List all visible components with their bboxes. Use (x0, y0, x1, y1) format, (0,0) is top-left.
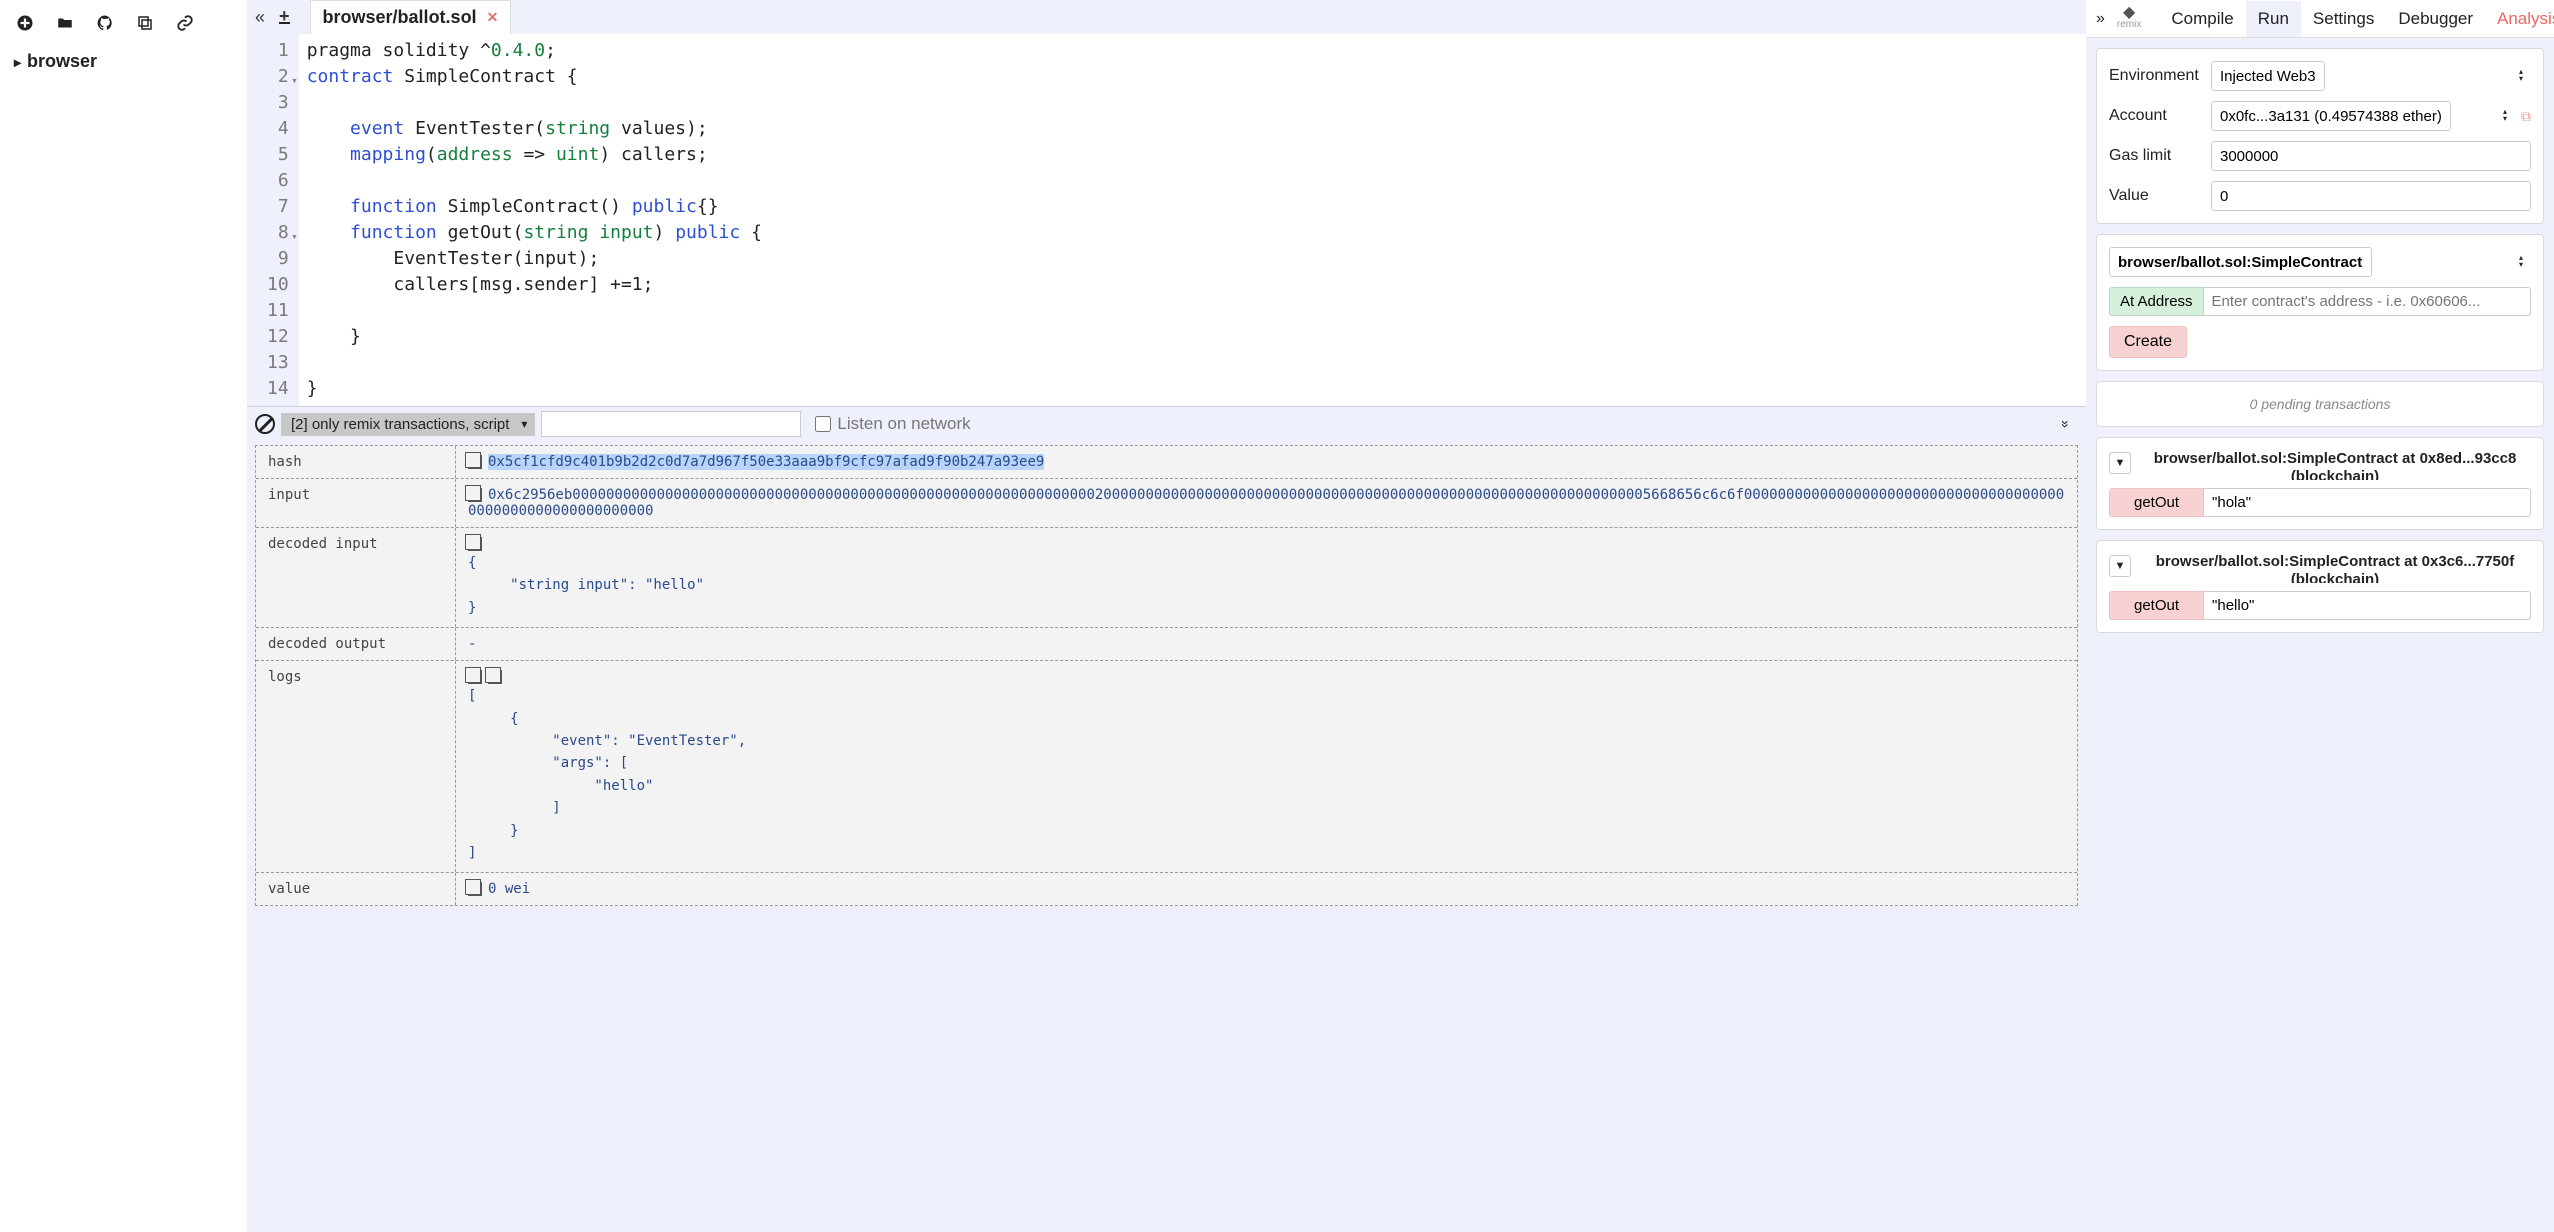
tab-ballot-sol[interactable]: browser/ballot.sol ✕ (310, 0, 512, 34)
copy-account-icon[interactable]: ⧉ (2521, 108, 2531, 125)
tx-row: value0 wei (256, 873, 2077, 905)
pending-transactions: 0 pending transactions (2096, 381, 2544, 427)
tx-value: 0x6c2956eb000000000000000000000000000000… (456, 479, 2077, 527)
code-editor[interactable]: 1234567891011121314 pragma solidity ^0.4… (247, 34, 2086, 406)
tab-label: browser/ballot.sol (323, 7, 477, 28)
env-label: Environment (2109, 67, 2211, 85)
copy-icon[interactable] (468, 882, 482, 896)
sidebar-toolbar (8, 10, 239, 51)
tree-item-browser[interactable]: browser (14, 51, 239, 72)
tab-settings[interactable]: Settings (2301, 1, 2386, 37)
environment-select[interactable]: Injected Web3 (2211, 61, 2325, 91)
account-select[interactable]: 0x0fc...3a131 (0.49574388 ether) (2211, 101, 2451, 131)
tab-analysis[interactable]: Analysis (2485, 1, 2554, 37)
tab-compile[interactable]: Compile (2159, 1, 2245, 37)
instance-expand-icon[interactable]: ▼ (2109, 555, 2131, 577)
clear-terminal-icon[interactable] (255, 414, 275, 434)
copy-icon[interactable] (468, 537, 482, 551)
run-config-card: Environment Injected Web3 Account 0x0fc.… (2096, 48, 2544, 224)
value-label: Value (2109, 187, 2211, 205)
at-address-input[interactable] (2204, 287, 2531, 316)
contract-instance-card: ▼ browser/ballot.sol:SimpleContract at 0x… (2096, 437, 2544, 530)
contract-select[interactable]: browser/ballot.sol:SimpleContract (2109, 247, 2372, 277)
tx-value: [ { "event": "EventTester", "args": [ "h… (456, 661, 2077, 872)
github-icon[interactable] (96, 14, 114, 35)
terminal-search-input[interactable] (541, 411, 801, 437)
copy-files-icon[interactable] (136, 14, 154, 35)
copy-icon[interactable] (468, 670, 482, 684)
at-address-button[interactable]: At Address (2109, 287, 2204, 316)
listen-network-checkbox[interactable] (815, 416, 831, 432)
tab-scroll-left-icon[interactable]: « (255, 7, 265, 28)
instance-title: browser/ballot.sol:SimpleContract at 0x8… (2139, 450, 2531, 480)
function-arg-input[interactable] (2204, 488, 2531, 517)
tx-key: value (256, 873, 456, 905)
tx-key: decoded output (256, 628, 456, 660)
deploy-card: browser/ballot.sol:SimpleContract At Add… (2096, 234, 2544, 371)
close-tab-icon[interactable]: ✕ (487, 9, 499, 26)
tx-value: 0x5cf1cfd9c401b9b2d2c0d7a7d967f50e33aaa9… (456, 446, 2077, 478)
function-arg-input[interactable] (2204, 591, 2531, 620)
tab-debugger[interactable]: Debugger (2386, 1, 2485, 37)
editor-tabbar: « + browser/ballot.sol ✕ (247, 0, 2086, 34)
tx-row: decoded input{ "string input": "hello" } (256, 528, 2077, 628)
open-folder-icon[interactable] (56, 14, 74, 35)
function-getout-button[interactable]: getOut (2109, 591, 2204, 620)
tx-key: logs (256, 661, 456, 872)
gaslimit-label: Gas limit (2109, 147, 2211, 165)
tx-key: hash (256, 446, 456, 478)
copy-icon[interactable] (468, 455, 482, 469)
contract-instance-card: ▼ browser/ballot.sol:SimpleContract at 0x… (2096, 540, 2544, 633)
instance-title: browser/ballot.sol:SimpleContract at 0x3… (2139, 553, 2531, 583)
listen-network-toggle[interactable]: Listen on network (815, 414, 970, 434)
transaction-details-table: hash0x5cf1cfd9c401b9b2d2c0d7a7d967f50e33… (255, 445, 2078, 906)
tx-row: hash0x5cf1cfd9c401b9b2d2c0d7a7d967f50e33… (256, 446, 2077, 479)
tx-value: 0 wei (456, 873, 2077, 905)
right-panel: » ◆ remix CompileRunSettingsDebuggerAnal… (2086, 0, 2554, 1232)
terminal-filter-dropdown[interactable]: [2] only remix transactions, script (281, 413, 535, 436)
tab-run[interactable]: Run (2246, 1, 2301, 37)
tx-value: - (456, 628, 2077, 660)
copy-icon[interactable] (488, 670, 502, 684)
account-label: Account (2109, 107, 2211, 125)
terminal-expand-icon[interactable]: » (2058, 420, 2074, 428)
instance-expand-icon[interactable]: ▼ (2109, 452, 2131, 474)
tx-value-input[interactable] (2211, 181, 2531, 211)
add-tab-icon[interactable]: + (279, 10, 290, 24)
tx-row: logs[ { "event": "EventTester", "args": … (256, 661, 2077, 873)
function-getout-button[interactable]: getOut (2109, 488, 2204, 517)
panel-scroll-icon[interactable]: » (2096, 10, 2105, 28)
remix-logo: ◆ remix (2117, 7, 2141, 30)
new-file-icon[interactable] (16, 14, 34, 35)
tx-key: decoded input (256, 528, 456, 627)
gas-limit-input[interactable] (2211, 141, 2531, 171)
link-icon[interactable] (176, 14, 194, 35)
tx-row: input0x6c2956eb0000000000000000000000000… (256, 479, 2077, 528)
editor-code[interactable]: pragma solidity ^0.4.0;contract SimpleCo… (299, 34, 770, 406)
terminal-panel: [2] only remix transactions, script List… (247, 406, 2086, 1232)
create-button[interactable]: Create (2109, 326, 2187, 358)
tx-row: decoded output - (256, 628, 2077, 661)
copy-icon[interactable] (468, 488, 482, 502)
tx-value: { "string input": "hello" } (456, 528, 2077, 627)
right-panel-tabs: » ◆ remix CompileRunSettingsDebuggerAnal… (2086, 0, 2554, 38)
file-explorer-sidebar: browser (0, 0, 247, 1232)
tx-key: input (256, 479, 456, 527)
editor-gutter: 1234567891011121314 (247, 34, 299, 406)
